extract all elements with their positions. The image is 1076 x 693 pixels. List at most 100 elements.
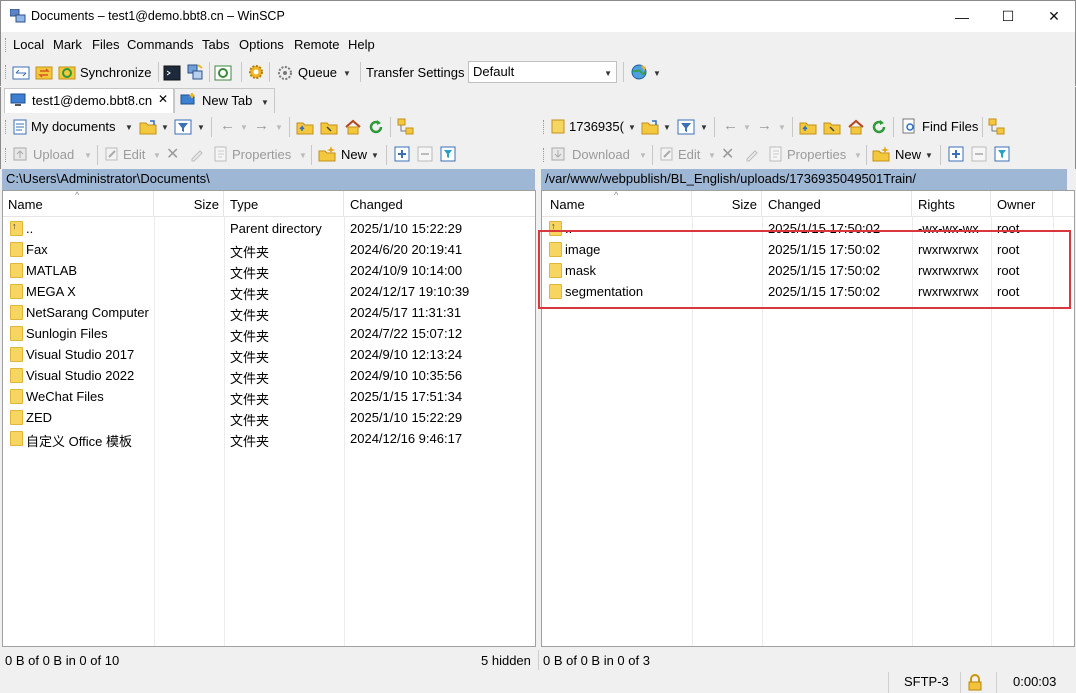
unselect-minus-icon[interactable]	[417, 146, 433, 162]
right-location-dropdown-icon[interactable]: ▼	[628, 123, 636, 132]
table-row[interactable]: Fax 文件夹 2024/6/20 20:19:41	[3, 239, 535, 260]
download-icon[interactable]	[550, 146, 566, 162]
column-header-name[interactable]: Name ^	[3, 191, 154, 217]
queue-icon[interactable]	[276, 64, 294, 82]
column-header-name[interactable]: Name ^	[542, 191, 692, 217]
filter-icon[interactable]	[677, 118, 695, 136]
download-dropdown-icon[interactable]: ▼	[639, 151, 647, 160]
synchronize-icon[interactable]	[58, 63, 76, 81]
column-header-size[interactable]: Size	[154, 191, 224, 217]
forward-arrow-icon[interactable]: →	[757, 117, 772, 134]
menu-local[interactable]: Local	[13, 37, 44, 52]
minimize-button[interactable]: —	[939, 1, 985, 32]
filter-dropdown-icon[interactable]: ▼	[700, 123, 708, 132]
new-folder-icon[interactable]	[318, 145, 336, 163]
table-row[interactable]: Visual Studio 2017 文件夹 2024/9/10 12:13:24	[3, 344, 535, 365]
toolbar-grip[interactable]	[5, 65, 8, 79]
new-dropdown-icon[interactable]: ▼	[371, 151, 379, 160]
lock-icon[interactable]	[967, 674, 983, 691]
menu-files[interactable]: Files	[92, 37, 119, 52]
close-button[interactable]: ✕	[1031, 1, 1076, 32]
menu-options[interactable]: Options	[239, 37, 284, 52]
toolbar-grip[interactable]	[5, 148, 8, 162]
rename-icon[interactable]	[744, 146, 760, 162]
refresh-icon[interactable]	[870, 118, 888, 136]
column-header-rights[interactable]: Rights	[912, 191, 991, 217]
new-dropdown-icon[interactable]: ▼	[925, 151, 933, 160]
home-directory-icon[interactable]	[847, 118, 865, 136]
back-arrow-icon[interactable]: ←	[723, 117, 738, 134]
root-directory-icon[interactable]	[823, 118, 841, 136]
table-row[interactable]: Visual Studio 2022 文件夹 2024/9/10 10:35:56	[3, 365, 535, 386]
transfer-dropdown-icon[interactable]: ▼	[653, 69, 661, 78]
filter-dropdown-icon[interactable]: ▼	[197, 123, 205, 132]
upload-dropdown-icon[interactable]: ▼	[84, 151, 92, 160]
left-file-list[interactable]: Name ^ Size Type Changed ↑.. Parent direct…	[2, 190, 536, 647]
back-dropdown-icon[interactable]: ▼	[240, 123, 248, 132]
column-header-type[interactable]: Type	[224, 191, 344, 217]
preferences-gear-icon[interactable]	[247, 63, 265, 81]
properties-button[interactable]: Properties	[787, 147, 846, 162]
new-button[interactable]: New	[895, 147, 921, 162]
table-row[interactable]: NetSarang Computer 文件夹 2024/5/17 11:31:31	[3, 302, 535, 323]
transfer-settings-select[interactable]: Default ▼	[468, 61, 617, 83]
transfer-globe-icon[interactable]	[630, 63, 648, 81]
forward-dropdown-icon[interactable]: ▼	[778, 123, 786, 132]
filter-select-icon[interactable]	[994, 146, 1010, 162]
tree-view-icon[interactable]	[988, 118, 1006, 136]
transfer-settings-dropdown-icon[interactable]: ▼	[604, 69, 612, 78]
toolbar-grip[interactable]	[543, 120, 546, 134]
properties-dropdown-icon[interactable]: ▼	[299, 151, 307, 160]
left-location-select[interactable]: My documents	[31, 119, 116, 134]
properties-button[interactable]: Properties	[232, 147, 291, 162]
edit-dropdown-icon[interactable]: ▼	[708, 151, 716, 160]
left-path-bar[interactable]: C:\Users\Administrator\Documents\	[2, 169, 535, 190]
refresh-icon[interactable]	[367, 118, 385, 136]
menu-remote[interactable]: Remote	[294, 37, 340, 52]
compare-directories-icon[interactable]	[12, 64, 30, 82]
left-hidden-count[interactable]: 5 hidden	[481, 653, 531, 668]
tab-session[interactable]: test1@demo.bbt8.cn ✕	[4, 88, 174, 113]
menu-help[interactable]: Help	[348, 37, 375, 52]
edit-button[interactable]: Edit	[678, 147, 700, 162]
menu-mark[interactable]: Mark	[53, 37, 82, 52]
forward-arrow-icon[interactable]: →	[254, 117, 269, 134]
edit-dropdown-icon[interactable]: ▼	[153, 151, 161, 160]
open-folder-icon[interactable]	[641, 118, 659, 136]
refresh-session-icon[interactable]	[214, 64, 232, 82]
column-header-size[interactable]: Size	[692, 191, 762, 217]
parent-directory-icon[interactable]	[799, 118, 817, 136]
queue-dropdown-icon[interactable]: ▼	[343, 69, 351, 78]
table-row[interactable]: ↑.. Parent directory 2025/1/10 15:22:29	[3, 218, 535, 239]
queue-button[interactable]: Queue	[298, 65, 337, 80]
select-all-plus-icon[interactable]	[394, 146, 410, 162]
new-tab-dropdown-icon[interactable]: ▼	[261, 98, 269, 107]
home-directory-icon[interactable]	[344, 118, 362, 136]
filter-select-icon[interactable]	[440, 146, 456, 162]
toolbar-grip[interactable]	[5, 38, 8, 52]
filter-icon[interactable]	[174, 118, 192, 136]
open-folder-dropdown-icon[interactable]: ▼	[663, 123, 671, 132]
tree-view-icon[interactable]	[397, 118, 415, 136]
table-row[interactable]: ZED 文件夹 2025/1/10 15:22:29	[3, 407, 535, 428]
root-directory-icon[interactable]	[320, 118, 338, 136]
edit-icon[interactable]	[104, 146, 120, 162]
close-tab-icon[interactable]: ✕	[158, 92, 168, 106]
table-row[interactable]: 自定义 Office 模板 文件夹 2024/12/16 9:46:17	[3, 428, 535, 449]
select-all-plus-icon[interactable]	[948, 146, 964, 162]
menu-commands[interactable]: Commands	[127, 37, 193, 52]
right-path-bar[interactable]: /var/www/webpublish/BL_English/uploads/1…	[541, 169, 1067, 190]
upload-button[interactable]: Upload	[33, 147, 74, 162]
new-folder-icon[interactable]	[872, 145, 890, 163]
column-header-owner[interactable]: Owner	[991, 191, 1053, 217]
synchronize-button[interactable]: Synchronize	[80, 65, 152, 80]
menu-tabs[interactable]: Tabs	[202, 37, 229, 52]
left-location-dropdown-icon[interactable]: ▼	[125, 123, 133, 132]
table-row[interactable]: Sunlogin Files 文件夹 2024/7/22 15:07:12	[3, 323, 535, 344]
delete-icon[interactable]: ✕	[166, 144, 179, 164]
tab-new[interactable]: New Tab ▼	[174, 88, 275, 113]
find-files-icon[interactable]	[901, 118, 917, 134]
putty-icon[interactable]	[186, 63, 204, 81]
edit-button[interactable]: Edit	[123, 147, 145, 162]
rename-icon[interactable]	[189, 146, 205, 162]
